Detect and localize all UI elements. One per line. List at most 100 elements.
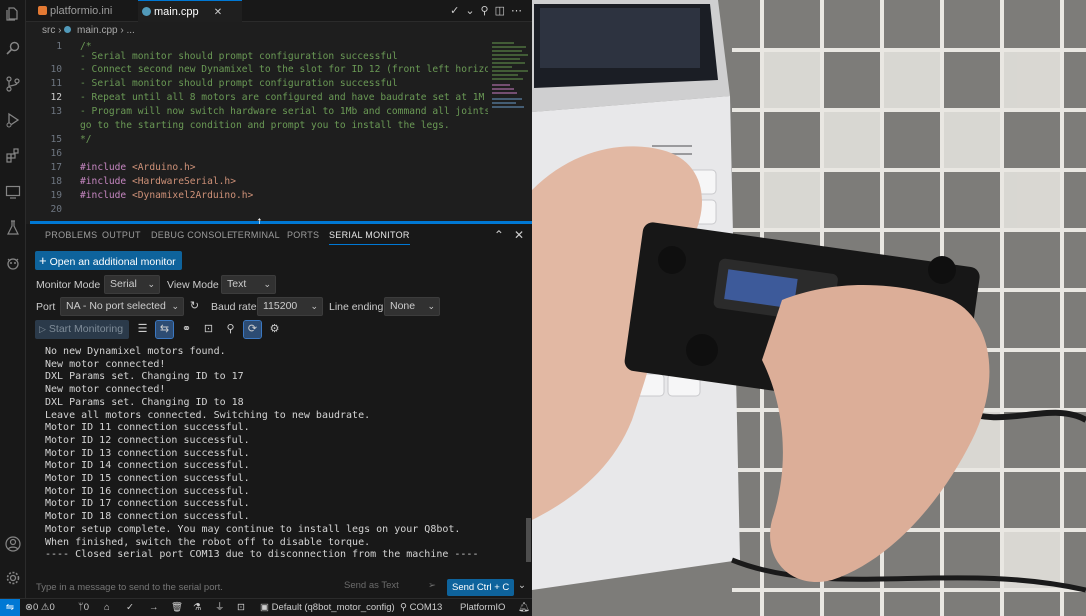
chevron-down-icon: ⌄ <box>147 279 155 289</box>
chevron-down-icon[interactable]: ⌄ <box>518 580 526 591</box>
serial-output-line: New motor connected! <box>45 384 166 396</box>
more-icon[interactable]: ⋯ <box>511 5 528 17</box>
include-header: <HardwareSerial.h> <box>132 176 236 187</box>
build-check-icon[interactable]: ✓ <box>126 599 134 616</box>
open-additional-monitor-button[interactable]: + Open an additional monitor <box>35 251 182 270</box>
tab-serial-monitor[interactable]: SERIAL MONITOR <box>329 230 410 245</box>
baud-rate-label: Baud rate <box>211 301 257 313</box>
tab-label: platformio.ini <box>50 5 113 17</box>
tab-debug-console[interactable]: DEBUG CONSOLE <box>151 230 233 240</box>
minimap[interactable] <box>488 40 532 220</box>
refresh-ports-icon[interactable]: ↻ <box>186 298 203 315</box>
tab-platformio-ini[interactable]: platformio.ini <box>34 0 138 22</box>
tab-output[interactable]: OUTPUT <box>102 230 141 240</box>
editor-actions: ✓⌄⚲◫⋯ <box>450 0 528 22</box>
status-bar: ⇋ ⊗0 ⚠0 ᛘ0 ⌂ ✓ → 🗑︎ ⚗ ⏚ ⊡ ▣ Default (q8b… <box>0 598 532 616</box>
link-icon[interactable]: ⚭ <box>178 321 195 338</box>
upload-arrow-icon[interactable]: → <box>149 599 159 616</box>
list-icon[interactable]: ☰ <box>134 321 151 338</box>
code-line: 13 - Program will now switch hardware ser… <box>26 105 488 119</box>
tab-main-cpp[interactable]: main.cpp ✕ <box>138 0 242 22</box>
remote-indicator-icon[interactable]: ⇋ <box>0 599 20 616</box>
line-number: 19 <box>50 190 62 201</box>
port-status[interactable]: ⚲ COM13 <box>400 599 442 616</box>
view-mode-label: View Mode <box>167 279 219 291</box>
toggle-timestamp-icon[interactable]: ⇆ <box>155 320 174 339</box>
line-number: 11 <box>50 78 62 89</box>
send-arrow-icon[interactable]: ➢ <box>428 580 436 591</box>
breadcrumb-file[interactable]: main.cpp <box>77 25 118 36</box>
serial-plug-icon[interactable]: ⏚ <box>215 599 225 616</box>
port-label: COM13 <box>409 602 443 613</box>
code-editor[interactable]: 1/* - Serial monitor should prompt confi… <box>26 40 532 220</box>
ports-count: 0 <box>83 602 89 613</box>
monitor-mode-select[interactable]: Serial ⌄ <box>104 275 160 294</box>
notifications-bell-icon[interactable]: 🔔︎ <box>518 599 530 616</box>
settings-gear-icon[interactable] <box>4 570 22 588</box>
baud-rate-select[interactable]: 115200 ⌄ <box>257 297 323 316</box>
code-line: 16 <box>26 147 488 161</box>
scrollbar[interactable] <box>526 518 531 562</box>
code-line: 15 */ <box>26 133 488 147</box>
include-directive: #include <box>80 176 127 187</box>
problems-status[interactable]: ⊗0 ⚠0 <box>25 599 55 616</box>
tab-terminal[interactable]: TERMINAL <box>232 230 280 240</box>
pin-icon[interactable]: ⚲ <box>481 5 495 17</box>
line-number: 15 <box>50 134 62 145</box>
ports-status[interactable]: ᛘ0 <box>78 599 89 616</box>
breadcrumb-folder[interactable]: src <box>42 25 55 36</box>
select-value: None <box>390 300 416 312</box>
serial-output[interactable]: No new Dynamixel motors found. New motor … <box>26 342 532 570</box>
line-ending-select[interactable]: None ⌄ <box>384 297 440 316</box>
serial-output-line: Motor setup complete. You may continue t… <box>45 523 461 535</box>
chevron-down-icon[interactable]: ⌄ <box>465 5 480 17</box>
project-env-status[interactable]: ▣ Default (q8bot_motor_config) <box>260 599 395 616</box>
code-text: - Serial monitor should prompt configura… <box>80 51 398 62</box>
check-icon[interactable]: ✓ <box>450 5 465 17</box>
account-icon[interactable] <box>4 536 22 554</box>
platformio-icon[interactable] <box>4 256 22 274</box>
tab-problems[interactable]: PROBLEMS <box>45 230 97 240</box>
start-monitoring-button[interactable]: ▷ Start Monitoring <box>35 320 130 339</box>
send-button[interactable]: Send Ctrl + C <box>447 579 515 596</box>
port-select[interactable]: NA - No port selected ⌄ <box>60 297 184 316</box>
close-panel-icon[interactable]: ✕ <box>514 228 524 242</box>
code-text: - Serial monitor should prompt configura… <box>80 78 398 89</box>
debug-icon[interactable]: ⚲ <box>222 321 239 338</box>
serial-message-input[interactable] <box>32 578 346 596</box>
breadcrumb-more[interactable]: ... <box>126 25 134 36</box>
search-icon[interactable] <box>4 40 22 58</box>
auto-reconnect-icon[interactable]: ⟳ <box>243 320 262 339</box>
terminal-icon[interactable]: ⊡ <box>237 599 245 616</box>
port-label: Port <box>36 301 56 313</box>
explorer-icon[interactable] <box>4 6 22 24</box>
serial-output-line: Motor ID 11 connection successful. <box>45 422 250 434</box>
platformio-status[interactable]: PlatformIO <box>460 599 505 616</box>
home-icon[interactable]: ⌂ <box>104 599 110 616</box>
plus-icon: + <box>39 253 47 268</box>
code-line: go to the starting condition and prompt … <box>26 119 488 133</box>
split-editor-icon[interactable]: ◫ <box>495 5 511 17</box>
test-flask-icon[interactable]: ⚗ <box>193 599 202 616</box>
terminal-icon[interactable]: ⊡ <box>200 321 217 338</box>
maximize-panel-icon[interactable]: ⌃ <box>494 228 504 242</box>
error-count: 0 <box>32 602 39 613</box>
select-value: Serial <box>110 278 137 290</box>
monitor-mode-label: Monitor Mode <box>36 279 101 291</box>
serial-output-line: Motor ID 12 connection successful. <box>45 434 250 446</box>
close-icon[interactable]: ✕ <box>214 7 222 18</box>
error-icon: ⊗ <box>25 602 33 613</box>
settings-icon[interactable]: ⚙ <box>266 321 283 338</box>
serial-output-line: New motor connected! <box>45 358 166 370</box>
code-text: go to the starting condition and prompt … <box>80 120 450 131</box>
run-debug-icon[interactable] <box>4 112 22 130</box>
clean-trash-icon[interactable]: 🗑︎ <box>171 599 183 616</box>
serial-output-line: DXL Params set. Changing ID to 18 <box>45 396 244 408</box>
testing-icon[interactable] <box>4 220 22 238</box>
view-mode-select[interactable]: Text ⌄ <box>221 275 276 294</box>
source-control-icon[interactable] <box>4 76 22 94</box>
tab-ports[interactable]: PORTS <box>287 230 319 240</box>
extensions-icon[interactable] <box>4 148 22 166</box>
send-as-text-label[interactable]: Send as Text <box>344 580 399 591</box>
remote-explorer-icon[interactable] <box>4 184 22 202</box>
